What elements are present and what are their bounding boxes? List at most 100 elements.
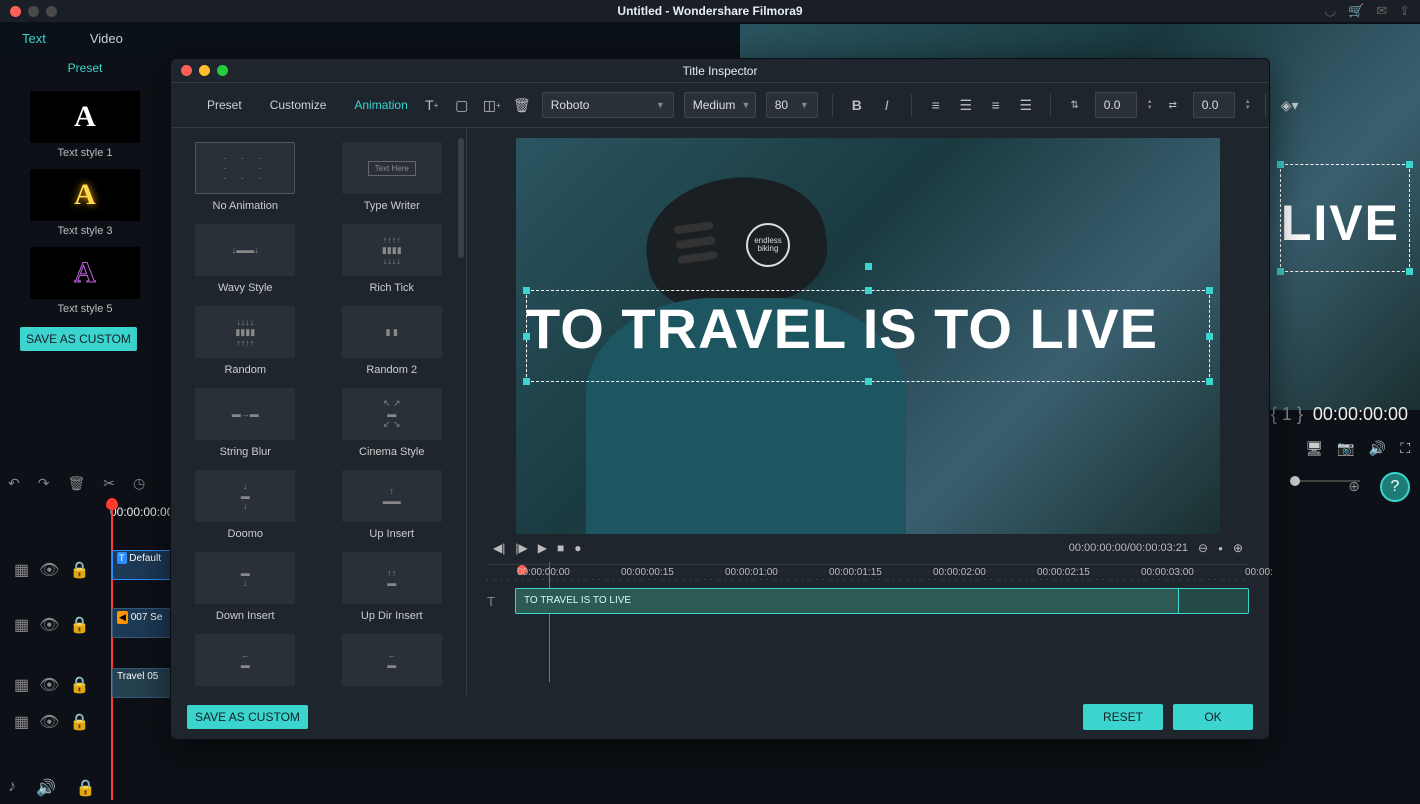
next-frame-icon[interactable]: |▶ [515, 541, 527, 555]
handle-icon[interactable] [1406, 268, 1413, 275]
handle-icon[interactable] [1406, 161, 1413, 168]
dialog-close[interactable] [181, 65, 192, 76]
layers-icon[interactable]: ◈▾ [1280, 95, 1300, 115]
align-right-icon[interactable]: ≡ [986, 95, 1006, 115]
tab-preset[interactable]: Preset [207, 98, 242, 112]
cart-icon[interactable]: 🛒 [1348, 3, 1364, 19]
camera-icon[interactable]: 📷 [1337, 440, 1354, 457]
zoom-dot-icon[interactable]: ● [1218, 544, 1223, 553]
track-icon[interactable]: ▦ [14, 560, 29, 580]
animation-cinema-style[interactable]: ↖ ↗▬↙ ↘Cinema Style [328, 388, 457, 458]
animation-rich-tick[interactable]: ↑↑↑↑▮▮▮▮↓↓↓↓Rich Tick [328, 224, 457, 294]
audio-icon[interactable]: 🔊 [36, 778, 56, 798]
visible-icon[interactable]: 👁 [39, 675, 59, 695]
export-icon[interactable]: ⇪ [1399, 3, 1410, 19]
letter-spacing-input[interactable]: 0.0 [1193, 92, 1235, 118]
handle-icon[interactable] [1206, 378, 1213, 385]
track-icon[interactable]: ▦ [14, 675, 29, 695]
lock-icon[interactable]: 🔒 [69, 560, 89, 580]
weight-select[interactable]: Medium▼ [684, 92, 756, 118]
cut-icon[interactable]: ✂ [103, 475, 115, 492]
marker-icon[interactable]: ◷ [133, 475, 145, 492]
save-as-custom-button[interactable]: SAVE AS CUSTOM [187, 705, 308, 729]
volume-icon[interactable]: 🔊 [1369, 440, 1386, 457]
handle-icon[interactable] [1277, 268, 1284, 275]
handle-icon[interactable] [1277, 161, 1284, 168]
ruler[interactable]: 00:00:00:0000:00:00:1500:00:01:0000:00:0… [487, 564, 1249, 584]
add-text-icon[interactable]: T+ [422, 95, 442, 115]
undo-icon[interactable]: ↶ [8, 475, 20, 492]
visible-icon[interactable]: 👁 [39, 560, 59, 580]
canvas-image[interactable]: endless biking TO TRAVEL IS TO LIVE [516, 138, 1220, 534]
redo-icon[interactable]: ↷ [38, 475, 50, 492]
stop-icon[interactable]: ■ [557, 541, 564, 555]
minimize-window[interactable] [28, 6, 39, 17]
lock-icon[interactable]: 🔒 [76, 778, 96, 798]
animation-random[interactable]: ↓↓↓↓▮▮▮▮↑↑↑↑Random [181, 306, 310, 376]
font-select[interactable]: Roboto▼ [542, 92, 674, 118]
size-input[interactable]: 80▼ [766, 92, 818, 118]
help-button[interactable]: ? [1380, 472, 1410, 502]
loop-icon[interactable]: ● [574, 541, 581, 555]
delete-icon[interactable]: 🗑 [67, 475, 85, 492]
visible-icon[interactable]: 👁 [39, 615, 59, 635]
align-left-icon[interactable]: ≡ [926, 95, 946, 115]
track-icon[interactable]: ▦ [14, 615, 29, 635]
reset-button[interactable]: RESET [1083, 704, 1163, 730]
clip-resize-grip[interactable] [1178, 589, 1248, 613]
ls-spinner[interactable]: ▲▼ [1245, 99, 1251, 111]
handle-icon[interactable] [523, 378, 530, 385]
animation-down-insert[interactable]: ▬↓Down Insert [181, 552, 310, 622]
lock-icon[interactable]: 🔒 [69, 675, 89, 695]
animation-no-animation[interactable]: · · ·· ·· · ·No Animation [181, 142, 310, 212]
fullscreen-icon[interactable]: ⛶ [1400, 440, 1410, 457]
zoom-in-icon[interactable]: ⊕ [1348, 478, 1360, 495]
add-shape-icon[interactable]: ◫+ [482, 95, 502, 115]
italic-icon[interactable]: I [877, 95, 897, 115]
lock-icon[interactable]: 🔒 [69, 615, 89, 635]
animation-wavy-style[interactable]: ↓▬▬↓Wavy Style [181, 224, 310, 294]
visible-icon[interactable]: 👁 [39, 712, 59, 732]
zoom-handle-icon[interactable] [1290, 476, 1300, 486]
clip-default[interactable]: T Default [112, 550, 172, 580]
zoom-in-icon[interactable]: ⊕ [1233, 541, 1243, 555]
zoom-out-icon[interactable]: ⊖ [1198, 541, 1208, 555]
handle-icon[interactable] [865, 378, 872, 385]
user-icon[interactable]: ◡ [1325, 3, 1336, 19]
align-justify-icon[interactable]: ☰ [1016, 95, 1036, 115]
play-icon[interactable]: ▶ [538, 541, 547, 555]
clip-007[interactable]: ◀ 007 Se [112, 608, 172, 638]
lock-icon[interactable]: 🔒 [69, 712, 89, 732]
ok-button[interactable]: OK [1173, 704, 1253, 730]
dialog-maximize[interactable] [217, 65, 228, 76]
handle-icon[interactable] [1206, 287, 1213, 294]
prev-frame-icon[interactable]: ◀| [493, 541, 505, 555]
rotate-handle-icon[interactable] [865, 263, 872, 270]
select-icon[interactable]: ▢ [452, 95, 472, 115]
line-height-input[interactable]: 0.0 [1095, 92, 1137, 118]
animation-random-2[interactable]: ▮ ▮Random 2 [328, 306, 457, 376]
close-window[interactable] [10, 6, 21, 17]
animation-up-insert[interactable]: ↑▬▬Up Insert [328, 470, 457, 540]
handle-icon[interactable] [523, 287, 530, 294]
scrollbar[interactable] [458, 138, 464, 258]
maximize-window[interactable] [46, 6, 57, 17]
tab-customize[interactable]: Customize [270, 98, 327, 112]
text-style-5[interactable]: A Text style 5 [0, 241, 170, 319]
track-icon[interactable]: ▦ [14, 712, 29, 732]
animation-type-writer[interactable]: Text HereType Writer [328, 142, 457, 212]
tab-video[interactable]: Video [68, 22, 145, 55]
canvas-title-text[interactable]: TO TRAVEL IS TO LIVE [526, 296, 1210, 361]
animation-item[interactable]: ←▬ [181, 634, 310, 692]
handle-icon[interactable] [865, 287, 872, 294]
text-style-3[interactable]: A Text style 3 [0, 163, 170, 241]
mail-icon[interactable]: ✉ [1376, 3, 1387, 19]
save-as-custom-button[interactable]: SAVE AS CUSTOM [20, 327, 137, 351]
text-style-1[interactable]: A Text style 1 [0, 85, 170, 163]
lh-spinner[interactable]: ▲▼ [1147, 99, 1153, 111]
dialog-minimize[interactable] [199, 65, 210, 76]
animation-string-blur[interactable]: ▬→▬String Blur [181, 388, 310, 458]
monitor-icon[interactable]: 🖥 [1306, 440, 1324, 457]
animation-item[interactable]: ←▬ [328, 634, 457, 692]
trash-icon[interactable]: 🗑 [512, 95, 532, 115]
